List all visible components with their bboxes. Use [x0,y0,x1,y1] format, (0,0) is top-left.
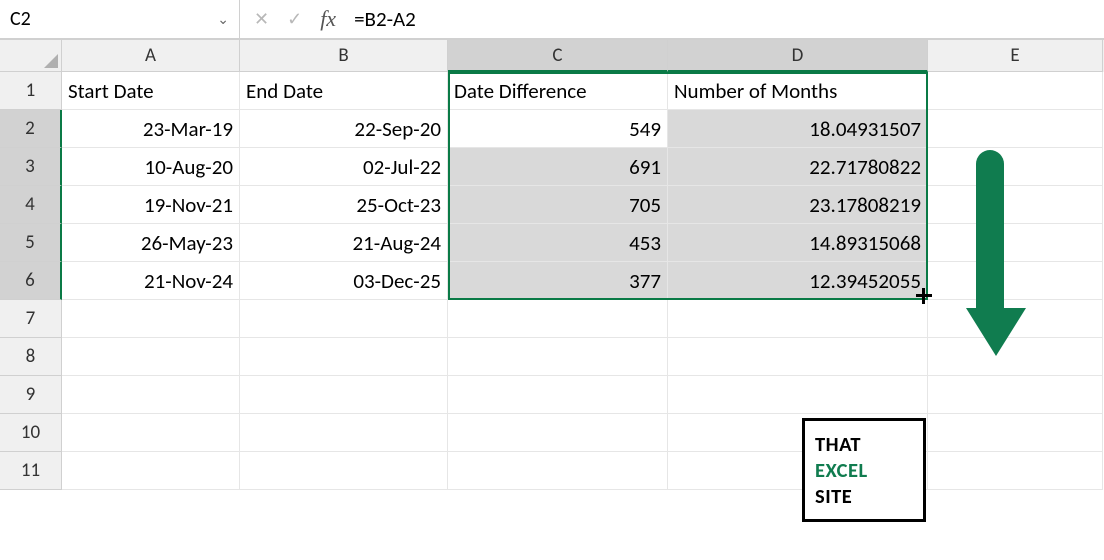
cell-D8[interactable] [668,338,928,376]
row-header-5[interactable]: 5 [0,224,62,262]
row-header-1[interactable]: 1 [0,72,62,110]
cell-B5[interactable]: 21-Aug-24 [240,224,448,262]
cell-E2[interactable] [928,110,1103,148]
row-header-9[interactable]: 9 [0,376,62,414]
col-header-D[interactable]: D [668,40,928,72]
cell-B9[interactable] [240,376,448,414]
cell-C7[interactable] [448,300,668,338]
cell-C5[interactable]: 453 [448,224,668,262]
table-row: 1 Start Date End Date Date Difference Nu… [0,72,1104,110]
cell-B11[interactable] [240,452,448,490]
cell-D1[interactable]: Number of Months [668,72,928,110]
cell-E3[interactable] [928,148,1103,186]
cell-A4[interactable]: 19-Nov-21 [62,186,240,224]
cell-C10[interactable] [448,414,668,452]
cell-E10[interactable] [928,414,1103,452]
cell-E9[interactable] [928,376,1103,414]
cell-C3[interactable]: 691 [448,148,668,186]
cell-C1[interactable]: Date Difference [448,72,668,110]
name-box-value: C2 [10,7,31,31]
spreadsheet-grid: A B C D E 1 Start Date End Date Date Dif… [0,40,1104,490]
cell-E1[interactable] [928,72,1103,110]
col-header-A[interactable]: A [62,40,240,72]
col-header-E[interactable]: E [928,40,1103,72]
table-row: 10 [0,414,1104,452]
select-all-corner[interactable] [0,40,62,72]
cell-B6[interactable]: 03-Dec-25 [240,262,448,300]
cell-D9[interactable] [668,376,928,414]
cell-A5[interactable]: 26-May-23 [62,224,240,262]
name-box[interactable]: C2 ⌄ [0,0,240,38]
cell-A11[interactable] [62,452,240,490]
table-row: 6 21-Nov-24 03-Dec-25 377 12.39452055 [0,262,1104,300]
cell-A1[interactable]: Start Date [62,72,240,110]
enter-icon[interactable]: ✓ [287,8,302,30]
cell-B2[interactable]: 22-Sep-20 [240,110,448,148]
cell-A2[interactable]: 23-Mar-19 [62,110,240,148]
row-header-4[interactable]: 4 [0,186,62,224]
cell-B10[interactable] [240,414,448,452]
fx-icon[interactable]: fx [320,6,336,32]
arrow-down-icon [966,150,1014,366]
cell-A3[interactable]: 10-Aug-20 [62,148,240,186]
col-header-C[interactable]: C [448,40,668,72]
cell-E11[interactable] [928,452,1103,490]
cell-E4[interactable] [928,186,1103,224]
row-header-2[interactable]: 2 [0,110,62,148]
cell-C2[interactable]: 549 [448,110,668,148]
cell-A8[interactable] [62,338,240,376]
cell-D2[interactable]: 18.04931507 [668,110,928,148]
formula-input[interactable]: =B2-A2 [350,6,1104,32]
cell-C8[interactable] [448,338,668,376]
cell-B1[interactable]: End Date [240,72,448,110]
cell-C4[interactable]: 705 [448,186,668,224]
table-row: 7 [0,300,1104,338]
row-header-6[interactable]: 6 [0,262,62,300]
chevron-down-icon[interactable]: ⌄ [217,11,229,28]
cell-B8[interactable] [240,338,448,376]
cell-C9[interactable] [448,376,668,414]
table-row: 3 10-Aug-20 02-Jul-22 691 22.71780822 [0,148,1104,186]
cell-D3[interactable]: 22.71780822 [668,148,928,186]
cell-A7[interactable] [62,300,240,338]
cell-E5[interactable] [928,224,1103,262]
formula-bar-buttons: ✕ ✓ fx [240,6,350,32]
table-row: 2 23-Mar-19 22-Sep-20 549 18.04931507 [0,110,1104,148]
row-header-8[interactable]: 8 [0,338,62,376]
logo-line: EXCEL [815,457,913,483]
cell-C6[interactable]: 377 [448,262,668,300]
row-header-11[interactable]: 11 [0,452,62,490]
logo-line: THAT [815,431,913,457]
cell-D6[interactable]: 12.39452055 [668,262,928,300]
cell-C11[interactable] [448,452,668,490]
cell-D4[interactable]: 23.17808219 [668,186,928,224]
cell-A10[interactable] [62,414,240,452]
cell-D5[interactable]: 14.89315068 [668,224,928,262]
row-header-10[interactable]: 10 [0,414,62,452]
cell-B4[interactable]: 25-Oct-23 [240,186,448,224]
row-header-7[interactable]: 7 [0,300,62,338]
cell-B3[interactable]: 02-Jul-22 [240,148,448,186]
table-row: 11 [0,452,1104,490]
cell-A6[interactable]: 21-Nov-24 [62,262,240,300]
cancel-icon[interactable]: ✕ [254,8,269,30]
table-row: 9 [0,376,1104,414]
cell-D7[interactable] [668,300,928,338]
cell-B7[interactable] [240,300,448,338]
table-row: 8 [0,338,1104,376]
table-row: 5 26-May-23 21-Aug-24 453 14.89315068 [0,224,1104,262]
col-header-B[interactable]: B [240,40,448,72]
row-header-3[interactable]: 3 [0,148,62,186]
cell-A9[interactable] [62,376,240,414]
column-headers: A B C D E [0,40,1104,72]
cell-E6[interactable] [928,262,1103,300]
logo-line: SITE [815,483,913,509]
table-row: 4 19-Nov-21 25-Oct-23 705 23.17808219 [0,186,1104,224]
formula-bar: C2 ⌄ ✕ ✓ fx =B2-A2 [0,0,1104,40]
site-logo: THAT EXCEL SITE [802,418,926,522]
